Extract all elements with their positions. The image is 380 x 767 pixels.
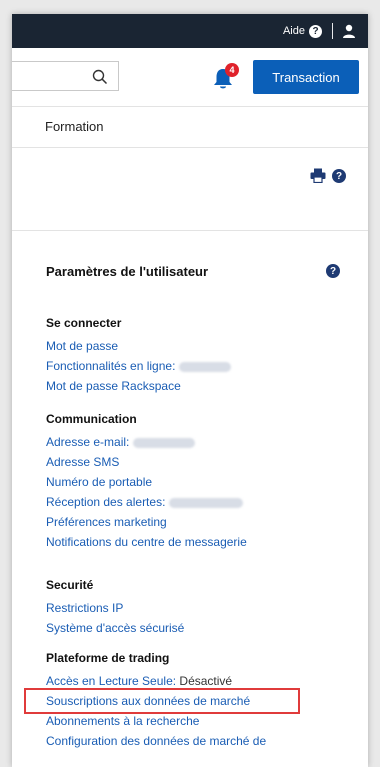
mobile-number-link[interactable]: Numéro de portable — [46, 472, 247, 492]
sms-link[interactable]: Adresse SMS — [46, 452, 247, 472]
alerts-link[interactable]: Réception des alertes: — [46, 492, 247, 512]
link-label: Réception des alertes: — [46, 495, 166, 509]
link-label: Adresse SMS — [46, 455, 120, 469]
link-label: Préférences marketing — [46, 515, 167, 529]
password-link[interactable]: Mot de passe — [46, 336, 231, 356]
group-heading: Communication — [46, 412, 137, 426]
link-label: Mot de passe Rackspace — [46, 379, 181, 393]
ip-restrictions-link[interactable]: Restrictions IP — [46, 598, 184, 618]
help-menu[interactable]: Aide ? — [282, 24, 322, 38]
user-icon[interactable] — [341, 23, 357, 39]
link-label: Système d'accès sécurisé — [46, 621, 185, 635]
page-tools: ? — [12, 148, 368, 231]
help-label: Aide — [282, 25, 305, 37]
link-label: Accès en Lecture Seule: — [46, 674, 177, 688]
help-icon[interactable]: ? — [332, 169, 346, 183]
top-bar: Aide ? — [12, 14, 368, 48]
email-link[interactable]: Adresse e-mail: — [46, 432, 247, 452]
link-label: Fonctionnalités en ligne: — [46, 359, 176, 373]
redacted-value — [169, 497, 244, 508]
group-plateforme-de-trading: Plateforme de trading Accès en Lecture S… — [24, 651, 300, 751]
highlight-box — [24, 688, 300, 714]
read-only-value: Désactivé — [179, 674, 233, 688]
link-label: Adresse e-mail: — [46, 435, 130, 449]
link-label: Numéro de portable — [46, 475, 153, 489]
group-securite: Securité Restrictions IP Système d'accès… — [46, 578, 184, 638]
print-icon[interactable] — [310, 168, 326, 183]
group-se-connecter: Se connecter Mot de passe Fonctionnalité… — [46, 316, 232, 396]
divider — [332, 23, 333, 39]
market-data-subscriptions-link[interactable]: Souscriptions aux données de marché — [24, 688, 300, 714]
nav-bar: Formation — [12, 107, 368, 148]
search-input[interactable] — [12, 61, 119, 91]
transaction-button[interactable]: Transaction — [253, 60, 359, 94]
header: 4 Transaction — [12, 48, 368, 107]
app-window: Aide ? 4 Transaction Formation ? Paramèt… — [12, 14, 368, 767]
tab-formation[interactable]: Formation — [45, 119, 104, 134]
group-heading: Plateforme de trading — [46, 651, 170, 665]
link-label: Abonnements à la recherche — [46, 714, 200, 728]
message-center-notifications-link[interactable]: Notifications du centre de messagerie — [46, 532, 247, 552]
market-data-config-link[interactable]: Configuration des données de marché de — [46, 731, 266, 751]
group-heading: Securité — [46, 578, 94, 592]
link-label: Notifications du centre de messagerie — [46, 535, 247, 549]
redacted-value — [179, 361, 232, 372]
online-features-link[interactable]: Fonctionnalités en ligne: — [46, 356, 232, 376]
redacted-value — [133, 437, 196, 448]
link-label: Mot de passe — [46, 339, 119, 353]
group-communication: Communication Adresse e-mail: Adresse SM… — [46, 412, 247, 552]
rackspace-password-link[interactable]: Mot de passe Rackspace — [46, 376, 231, 396]
link-label: Restrictions IP — [46, 601, 124, 615]
group-heading: Se connecter — [46, 316, 122, 330]
research-subscriptions-link[interactable]: Abonnements à la recherche — [46, 711, 266, 731]
settings-title: Paramètres de l'utilisateur — [46, 264, 209, 279]
link-label: Configuration des données de marché de — [46, 734, 267, 748]
secure-access-link[interactable]: Système d'accès sécurisé — [46, 618, 184, 638]
notification-badge: 4 — [225, 63, 239, 77]
help-icon: ? — [309, 24, 322, 38]
marketing-preferences-link[interactable]: Préférences marketing — [46, 512, 247, 532]
settings-help-icon[interactable]: ? — [326, 264, 340, 278]
search-icon[interactable] — [92, 69, 108, 85]
